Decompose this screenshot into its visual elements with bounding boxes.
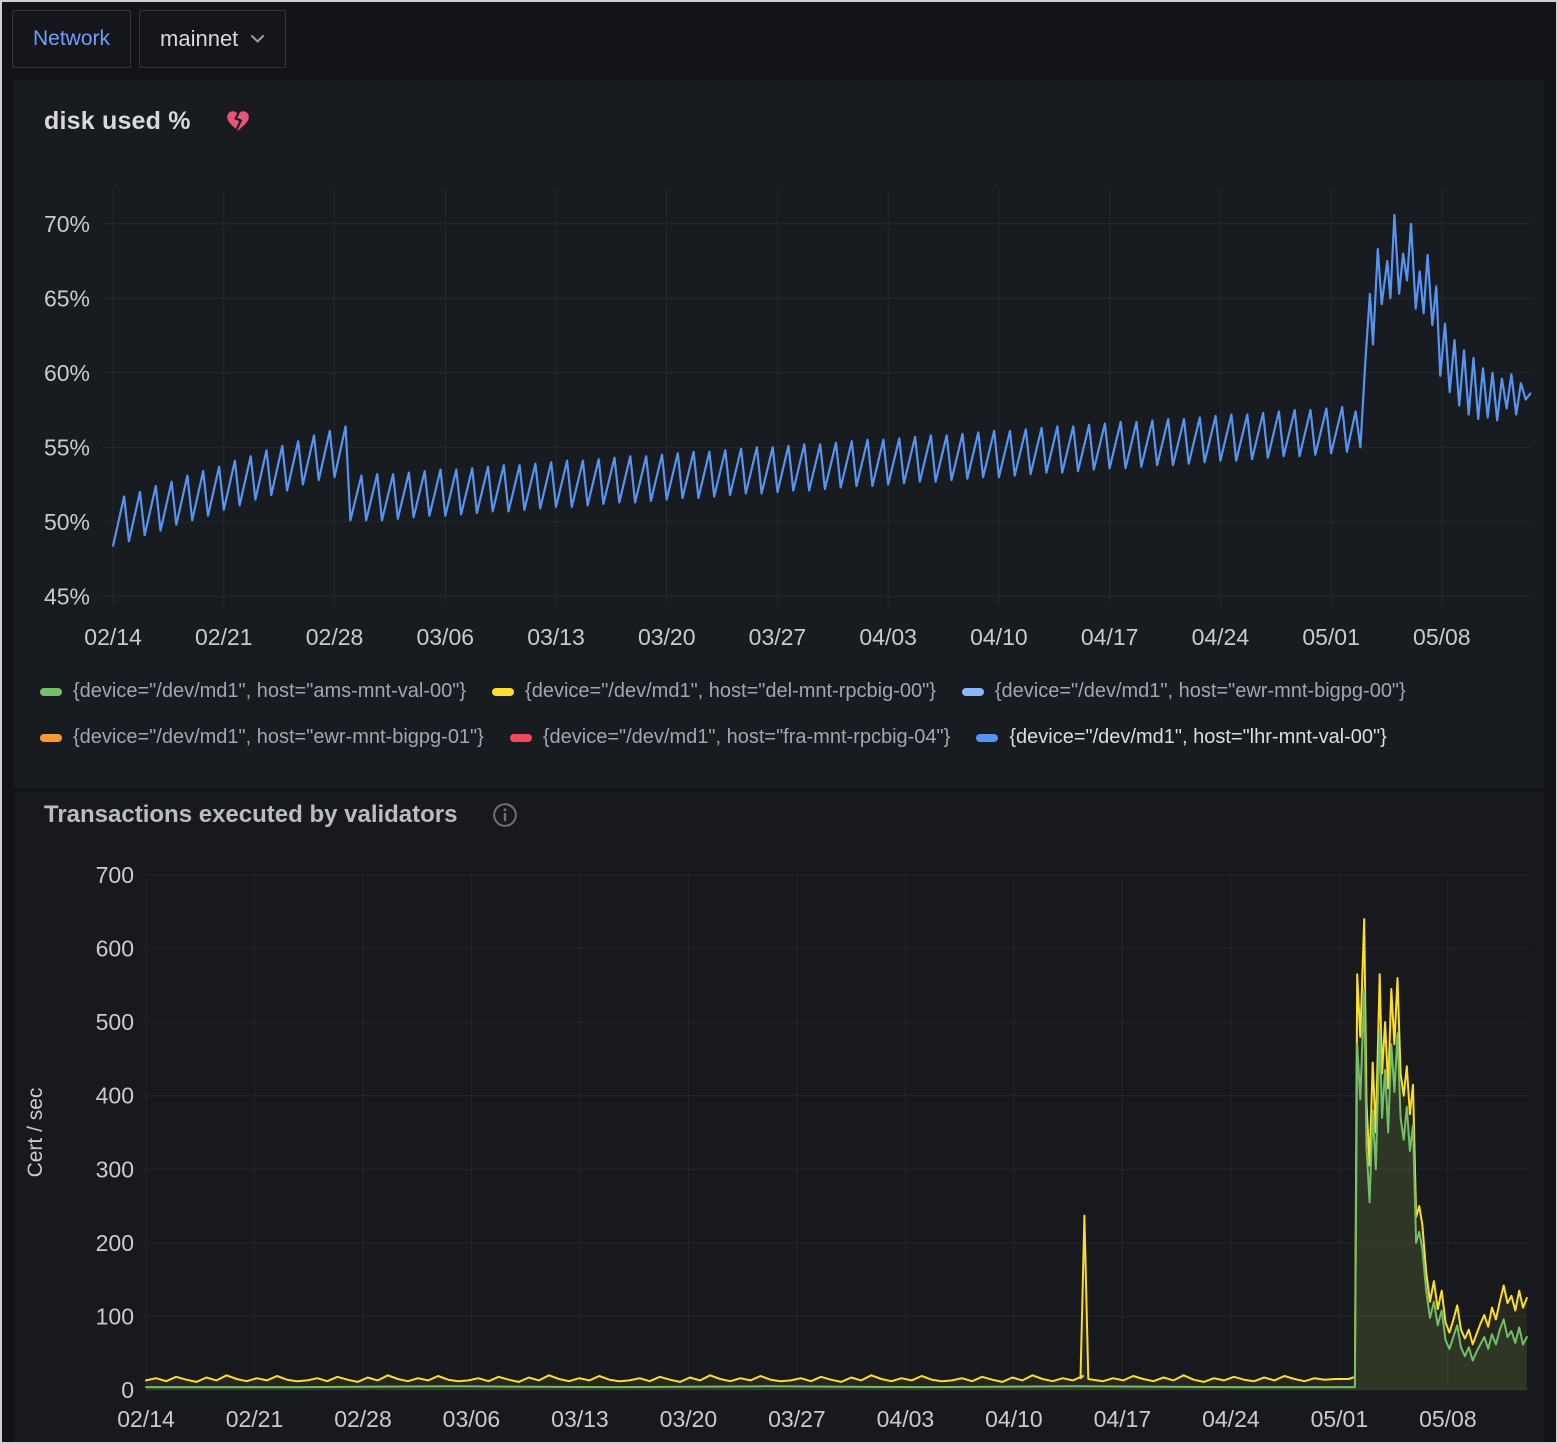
y-axis-label: Cert / sec	[24, 1088, 47, 1178]
legend-label: {device="/dev/md1", host="ams-mnt-val-00…	[73, 680, 466, 703]
network-variable-value[interactable]: mainnet	[160, 26, 238, 52]
x-tick-label: 02/28	[306, 624, 364, 650]
transactions-panel: Transactions executed by validators 02/1…	[14, 792, 1544, 1444]
y-tick-label: 300	[96, 1156, 134, 1182]
y-tick-label: 70%	[44, 211, 90, 237]
x-tick-label: 04/24	[1192, 624, 1250, 650]
x-tick-label: 05/01	[1311, 1406, 1369, 1432]
x-tick-label: 02/14	[117, 1406, 175, 1432]
network-variable-label-chip: Network	[12, 10, 131, 68]
x-tick-label: 03/20	[660, 1406, 718, 1432]
disk-chart-legend: {device="/dev/md1", host="ams-mnt-val-00…	[14, 663, 1504, 756]
transactions-panel-header: Transactions executed by validators	[14, 792, 1544, 832]
broken-heart-icon	[225, 108, 251, 134]
legend-label: {device="/dev/md1", host="lhr-mnt-val-00…	[1009, 726, 1386, 749]
x-tick-label: 04/24	[1202, 1406, 1260, 1432]
network-variable-label: Network	[33, 27, 110, 51]
legend-item[interactable]: {device="/dev/md1", host="lhr-mnt-val-00…	[976, 719, 1386, 756]
x-tick-label: 05/08	[1413, 624, 1471, 650]
legend-label: {device="/dev/md1", host="ewr-mnt-bigpg-…	[73, 726, 484, 749]
y-tick-label: 500	[96, 1009, 134, 1035]
y-tick-label: 400	[96, 1083, 134, 1109]
legend-label: {device="/dev/md1", host="fra-mnt-rpcbig…	[543, 726, 951, 749]
y-tick-label: 600	[96, 936, 134, 962]
legend-label: {device="/dev/md1", host="del-mnt-rpcbig…	[525, 680, 936, 703]
chevron-down-icon	[250, 34, 265, 44]
x-tick-label: 02/14	[84, 624, 142, 650]
x-tick-label: 03/06	[443, 1406, 501, 1432]
transactions-chart[interactable]: 02/14 02/21 02/28 03/06 03/13 03/20 03/27 04/03…	[14, 840, 1544, 1440]
legend-item[interactable]: {device="/dev/md1", host="ams-mnt-val-00…	[40, 673, 466, 710]
legend-item[interactable]: {device="/dev/md1", host="del-mnt-rpcbig…	[492, 673, 936, 710]
x-tick-label: 03/13	[527, 624, 585, 650]
variable-bar: Network mainnet	[2, 2, 1556, 80]
legend-label: {device="/dev/md1", host="ewr-mnt-bigpg-…	[995, 680, 1406, 703]
x-tick-label: 04/03	[877, 1406, 935, 1432]
disk-used-panel: disk used % 02/14 02/21 02/28 03/06 03/13 03/…	[14, 80, 1544, 788]
x-tick-label: 03/27	[749, 624, 807, 650]
legend-item[interactable]: {device="/dev/md1", host="ewr-mnt-bigpg-…	[962, 673, 1406, 710]
y-tick-label: 100	[96, 1303, 134, 1329]
x-tick-label: 02/28	[334, 1406, 392, 1432]
y-tick-label: 200	[96, 1230, 134, 1256]
disk-panel-title[interactable]: disk used %	[44, 107, 191, 136]
legend-item[interactable]: {device="/dev/md1", host="fra-mnt-rpcbig…	[510, 719, 951, 756]
network-variable-select[interactable]: mainnet	[139, 10, 286, 68]
y-tick-label: 55%	[44, 434, 90, 460]
y-tick-label: 60%	[44, 360, 90, 386]
x-tick-label: 03/27	[768, 1406, 826, 1432]
x-tick-label: 02/21	[195, 624, 253, 650]
x-tick-label: 04/03	[859, 624, 917, 650]
legend-color-dash	[40, 734, 62, 742]
x-tick-label: 03/20	[638, 624, 696, 650]
x-tick-label: 04/17	[1081, 624, 1139, 650]
x-tick-label: 05/01	[1302, 624, 1360, 650]
legend-color-dash	[492, 688, 514, 696]
x-tick-label: 04/10	[985, 1406, 1043, 1432]
legend-color-dash	[976, 734, 998, 742]
x-tick-label: 04/17	[1094, 1406, 1152, 1432]
y-tick-label: 0	[121, 1377, 134, 1403]
x-tick-label: 03/13	[551, 1406, 609, 1432]
y-tick-label: 65%	[44, 285, 90, 311]
y-tick-label: 50%	[44, 509, 90, 535]
grafana-dashboard: Network mainnet disk used % 02/1402/2102…	[0, 0, 1558, 1444]
info-icon[interactable]	[492, 802, 518, 828]
y-tick-label: 45%	[44, 583, 90, 609]
x-tick-label: 02/21	[226, 1406, 284, 1432]
disk-used-chart[interactable]: 02/14 02/21 02/28 03/06 03/13 03/20 03/27 04/03…	[14, 158, 1544, 663]
legend-item[interactable]: {device="/dev/md1", host="ewr-mnt-bigpg-…	[40, 719, 484, 756]
x-tick-label: 05/08	[1419, 1406, 1477, 1432]
legend-color-dash	[510, 734, 532, 742]
disk-panel-header: disk used %	[14, 80, 1544, 138]
transactions-panel-title[interactable]: Transactions executed by validators	[44, 801, 458, 829]
legend-color-dash	[962, 688, 984, 696]
y-tick-label: 700	[96, 862, 134, 888]
x-tick-label: 03/06	[416, 624, 474, 650]
legend-color-dash	[40, 688, 62, 696]
x-tick-label: 04/10	[970, 624, 1028, 650]
